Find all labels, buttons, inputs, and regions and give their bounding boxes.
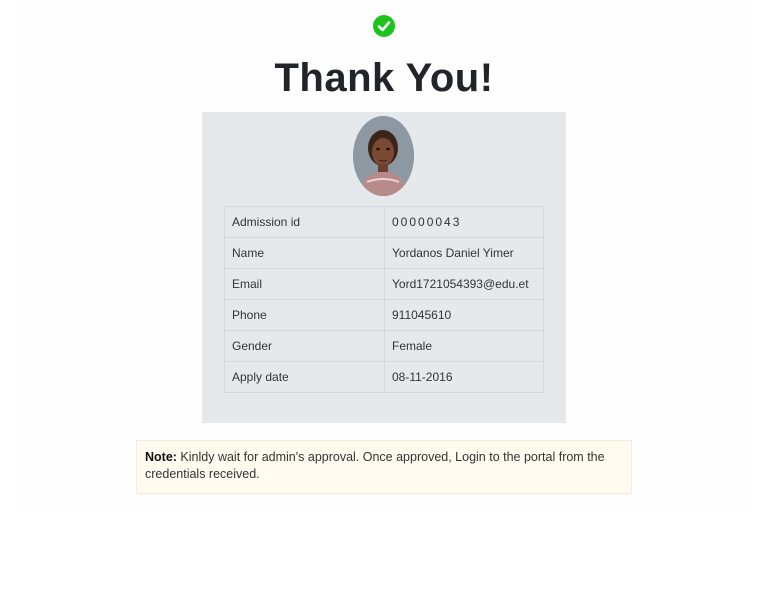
name-label: Name [224,237,385,269]
table-row: Apply date 08-11-2016 [224,361,544,393]
note-text: Kinldy wait for admin's approval. Once a… [145,450,605,481]
table-row: Name Yordanos Daniel Yimer [224,237,544,269]
admission-id-value: 00000043 [384,206,544,238]
apply-date-label: Apply date [224,361,385,393]
approval-note: Note: Kinldy wait for admin's approval. … [136,440,632,494]
note-label: Note: [145,450,177,464]
admission-id-label: Admission id [224,206,385,238]
page-title: Thank You! [274,56,494,100]
table-row: Gender Female [224,330,544,362]
apply-date-value: 08-11-2016 [384,361,544,393]
phone-label: Phone [224,299,385,331]
phone-value: 911045610 [384,299,544,331]
table-row: Admission id 00000043 [224,206,544,238]
check-circle-icon [373,15,395,37]
admission-details-table: Admission id 00000043 Name Yordanos Dani… [224,206,544,393]
email-label: Email [224,268,385,300]
gender-value: Female [384,330,544,362]
profile-card: Admission id 00000043 Name Yordanos Dani… [202,112,566,423]
name-value: Yordanos Daniel Yimer [384,237,544,269]
gender-label: Gender [224,330,385,362]
table-row: Email Yord1721054393@edu.et [224,268,544,300]
student-portrait-photo [353,116,414,196]
table-row: Phone 911045610 [224,299,544,331]
email-value: Yord1721054393@edu.et [384,268,544,300]
